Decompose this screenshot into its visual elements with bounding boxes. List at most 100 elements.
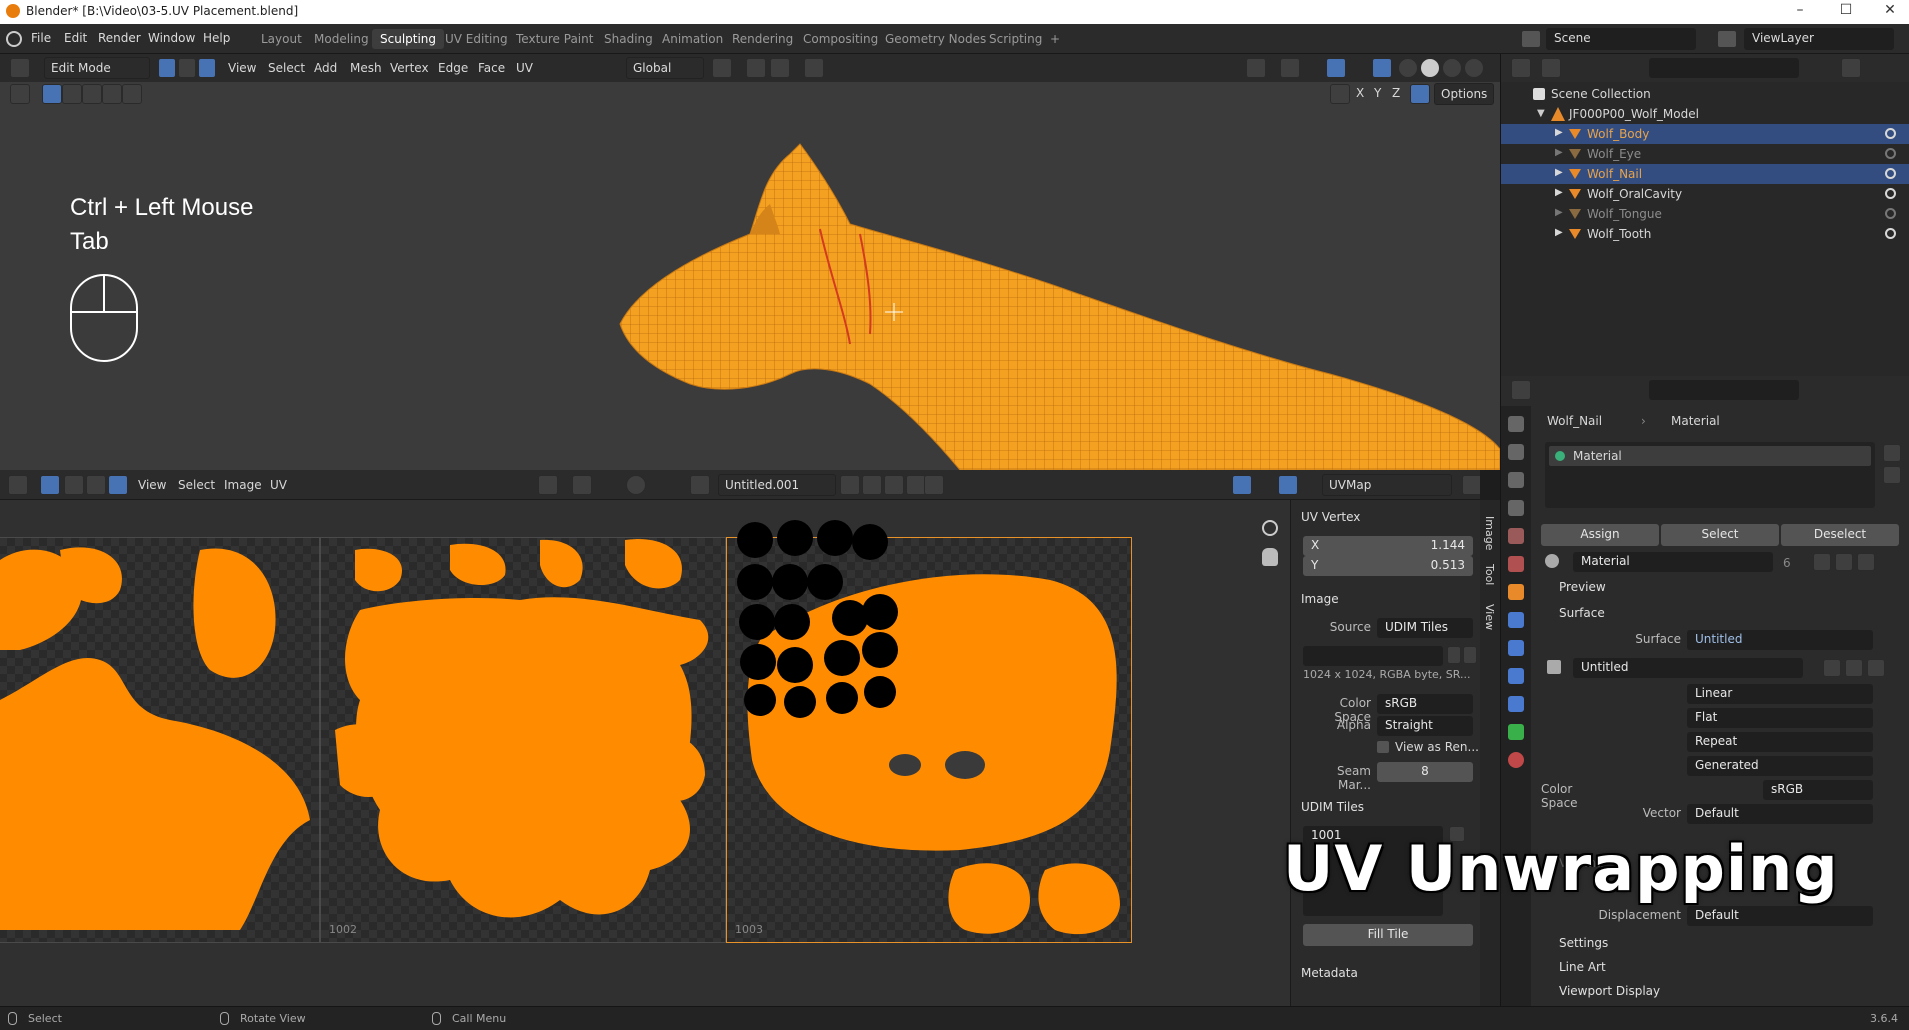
auto-merge-icon[interactable]	[1410, 84, 1430, 104]
display-channels-icon[interactable]	[1462, 475, 1480, 495]
outliner-scene-collection[interactable]: Scene Collection	[1501, 84, 1909, 104]
snap-icon[interactable]	[746, 58, 766, 78]
pan-hand-icon[interactable]	[1262, 548, 1278, 566]
tab-compositing[interactable]: Compositing	[795, 29, 886, 49]
gizmo-icon[interactable]	[1280, 58, 1300, 78]
uv-editor-type-icon[interactable]	[8, 475, 28, 495]
deselect-button[interactable]: Deselect	[1781, 524, 1899, 546]
wireframe-shading-icon[interactable]	[1398, 58, 1418, 78]
uv-y-field[interactable]: Y 0.513	[1303, 556, 1473, 576]
uv-editor[interactable]: View Select Image UV Untitled.001 UVMap …	[0, 470, 1480, 1006]
surface-shader-field[interactable]: Untitled	[1687, 630, 1873, 650]
minimize-icon[interactable]: –	[1790, 2, 1810, 18]
render-tab-icon[interactable]	[1508, 444, 1524, 460]
texture-image-field[interactable]: Untitled	[1573, 658, 1803, 678]
reload-icon[interactable]	[1463, 646, 1477, 664]
vector-field[interactable]: Default	[1687, 804, 1873, 824]
viewport-menu-mesh[interactable]: Mesh	[350, 61, 382, 75]
menu-help[interactable]: Help	[203, 31, 230, 45]
uv-gizmo-icon[interactable]	[1232, 475, 1252, 495]
tab-shading[interactable]: Shading	[596, 29, 661, 49]
zoom-icon[interactable]	[1262, 520, 1278, 536]
line-art-section[interactable]: Line Art	[1559, 960, 1606, 974]
outliner-editor-icon[interactable]	[1511, 58, 1531, 78]
particles-tab-icon[interactable]	[1508, 640, 1524, 656]
open-image-icon[interactable]	[884, 475, 904, 495]
unlink-image-icon[interactable]	[906, 475, 926, 495]
sidebar-tab-view[interactable]: View	[1483, 604, 1496, 630]
fill-tile-button[interactable]: Fill Tile	[1303, 924, 1473, 946]
blender-menu-icon[interactable]	[6, 31, 22, 47]
sidebar-tab-tool[interactable]: Tool	[1483, 564, 1496, 585]
uv-edge-mode-icon[interactable]	[86, 475, 106, 495]
color-space-dropdown[interactable]: sRGB	[1377, 694, 1473, 714]
chevron-right-icon[interactable]: ▶	[1555, 127, 1563, 138]
pivot-icon[interactable]	[712, 58, 732, 78]
props-color-space-dropdown[interactable]: sRGB	[1763, 780, 1873, 800]
uv-canvas[interactable]: 1002 1003	[0, 500, 1290, 1006]
viewport-menu-add[interactable]: Add	[314, 61, 337, 75]
physics-tab-icon[interactable]	[1508, 668, 1524, 684]
eye-icon[interactable]	[1885, 168, 1896, 179]
constraints-tab-icon[interactable]	[1508, 696, 1524, 712]
image-texture-icon[interactable]	[1547, 660, 1561, 674]
eye-icon[interactable]	[1885, 148, 1896, 159]
tab-animation[interactable]: Animation	[654, 29, 731, 49]
viewport-menu-uv[interactable]: UV	[516, 61, 533, 75]
options-dropdown[interactable]: Options	[1434, 83, 1494, 105]
properties-editor-icon[interactable]	[1511, 380, 1531, 400]
visibility-icon[interactable]	[1246, 58, 1266, 78]
mirror-icon[interactable]	[1330, 84, 1350, 104]
tab-uv-editing[interactable]: UV Editing	[437, 29, 516, 49]
select-invert-icon[interactable]	[122, 84, 142, 104]
image-browse-icon[interactable]	[690, 475, 710, 495]
editor-type-icon[interactable]	[10, 58, 30, 78]
menu-edit[interactable]: Edit	[64, 31, 87, 45]
chevron-down-icon[interactable]: ▼	[1537, 108, 1545, 119]
scene-selector[interactable]: Scene	[1546, 28, 1696, 50]
outliner-item-wolf-oralcavity[interactable]: ▶ Wolf_OralCavity	[1501, 184, 1909, 204]
viewport-menu-select[interactable]: Select	[268, 61, 305, 75]
proportional-edit-icon[interactable]	[804, 58, 824, 78]
output-tab-icon[interactable]	[1508, 472, 1524, 488]
snap-target-icon[interactable]	[770, 58, 790, 78]
transform-orientation-dropdown[interactable]: Global	[626, 57, 704, 79]
select-subtract-icon[interactable]	[82, 84, 102, 104]
tool-tab-icon[interactable]	[1508, 416, 1524, 432]
menu-render[interactable]: Render	[98, 31, 141, 45]
eye-icon[interactable]	[1885, 228, 1896, 239]
tab-modeling[interactable]: Modeling	[306, 29, 377, 49]
display-mode-icon[interactable]	[1541, 58, 1561, 78]
uv-menu-uv[interactable]: UV	[270, 478, 287, 492]
modifier-tab-icon[interactable]	[1508, 612, 1524, 628]
properties-editor[interactable]: Wolf_Nail › Material Material Assign Sel…	[1500, 376, 1909, 1006]
filter-icon[interactable]	[1841, 58, 1861, 78]
duplicate-material-icon[interactable]	[1835, 553, 1853, 571]
uv-snap-icon[interactable]	[572, 475, 592, 495]
select-intersect-icon[interactable]	[102, 84, 122, 104]
source-dropdown[interactable]: Generated	[1687, 756, 1873, 776]
viewport-menu-view[interactable]: View	[228, 61, 256, 75]
texture-unlink-icon[interactable]	[1867, 659, 1885, 677]
chevron-right-icon[interactable]: ▶	[1555, 187, 1563, 198]
view-layer-tab-icon[interactable]	[1508, 500, 1524, 516]
edge-select-icon[interactable]	[178, 58, 196, 78]
face-select-icon[interactable]	[198, 58, 216, 78]
uv-x-field[interactable]: X 1.144	[1303, 536, 1473, 556]
texture-shield-icon[interactable]	[1823, 659, 1841, 677]
surface-section[interactable]: Surface	[1559, 606, 1605, 620]
view-layer-selector[interactable]: ViewLayer	[1744, 28, 1894, 50]
projection-dropdown[interactable]: Flat	[1687, 708, 1873, 728]
axis-x-toggle[interactable]: X	[1356, 86, 1364, 100]
world-tab-icon[interactable]	[1508, 556, 1524, 572]
outliner-search-input[interactable]	[1649, 58, 1799, 78]
udim-tiles-section[interactable]: UDIM Tiles	[1301, 800, 1364, 814]
uv-face-mode-icon[interactable]	[108, 475, 128, 495]
remove-slot-icon[interactable]	[1883, 466, 1901, 484]
object-tab-icon[interactable]	[1508, 584, 1524, 600]
uv-sync-icon[interactable]	[40, 475, 60, 495]
material-slot-row[interactable]: Material	[1549, 446, 1871, 466]
solid-shading-icon[interactable]	[1420, 58, 1440, 78]
seam-margin-field[interactable]: 8	[1377, 762, 1473, 782]
eye-icon[interactable]	[1885, 208, 1896, 219]
